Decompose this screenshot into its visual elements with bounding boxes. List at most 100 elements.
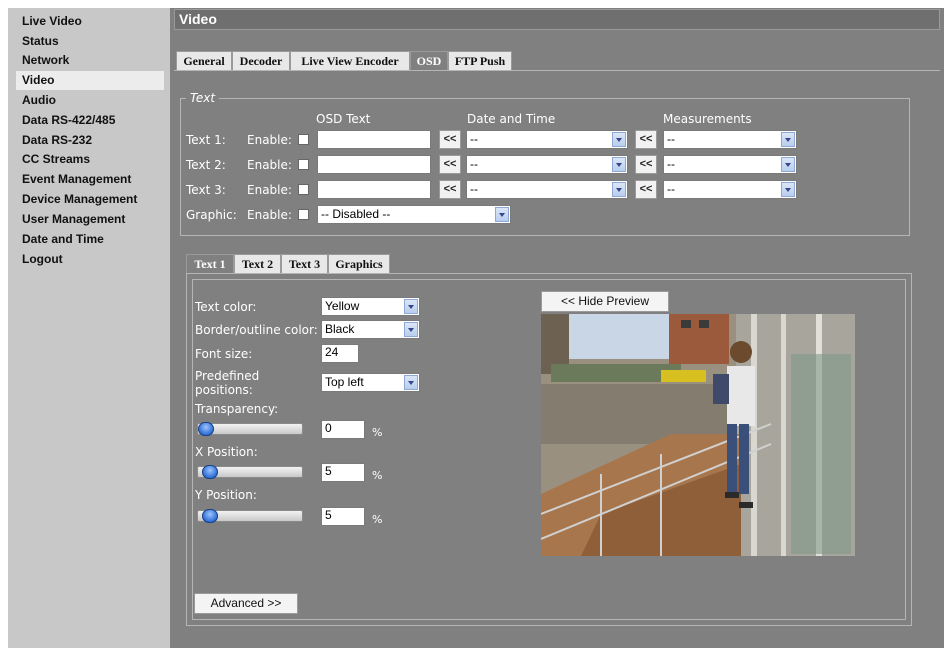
sidebar-item-label: Live Video	[22, 14, 82, 28]
sidebar-item-label: Status	[22, 34, 59, 48]
text3-append-measurement-button[interactable]: <<	[635, 180, 657, 199]
text1-append-datetime-button[interactable]: <<	[439, 130, 461, 149]
text2-measurements-select[interactable]: --	[663, 155, 797, 174]
graphic-enable-label: Enable:	[247, 208, 292, 222]
subtab-graphics[interactable]: Graphics	[328, 254, 390, 273]
sidebar-item-video[interactable]: Video	[16, 71, 164, 90]
y-position-percent-unit: %	[372, 513, 383, 526]
x-position-slider[interactable]	[197, 465, 303, 479]
x-position-input[interactable]: 5	[321, 463, 365, 482]
text3-enable-checkbox[interactable]	[298, 184, 309, 195]
sidebar-item-device-management[interactable]: Device Management	[16, 190, 164, 209]
select-value: --	[667, 182, 675, 196]
sidebar-item-label: Data RS-422/485	[22, 113, 116, 127]
transparency-slider-handle[interactable]	[198, 422, 214, 436]
y-position-slider[interactable]	[197, 509, 303, 523]
sidebar-item-label: Logout	[22, 252, 63, 266]
text-legend: Text	[186, 91, 220, 105]
text-color-select[interactable]: Yellow	[321, 297, 420, 316]
y-position-input[interactable]: 5	[321, 507, 365, 526]
select-value: --	[667, 157, 675, 171]
text3-measurements-select[interactable]: --	[663, 180, 797, 199]
text2-osd-input[interactable]	[317, 155, 431, 174]
graphic-enable-checkbox[interactable]	[298, 209, 309, 220]
font-size-input[interactable]: 24	[321, 344, 359, 363]
sidebar-item-cc-streams[interactable]: CC Streams	[16, 150, 164, 169]
sidebar-item-network[interactable]: Network	[16, 51, 164, 70]
tab-label: Live View Encoder	[301, 54, 399, 68]
sidebar-item-label: Audio	[22, 93, 56, 107]
text3-enable-label: Enable:	[247, 183, 292, 197]
sidebar-item-logout[interactable]: Logout	[16, 250, 164, 269]
x-position-percent-unit: %	[372, 469, 383, 482]
select-value: -- Disabled --	[321, 207, 391, 221]
select-value: --	[470, 182, 478, 196]
sidebar-item-live-video[interactable]: Live Video	[16, 12, 164, 31]
text1-osd-input[interactable]	[317, 130, 431, 149]
sidebar-item-date-and-time[interactable]: Date and Time	[16, 230, 164, 249]
tab-general[interactable]: General	[176, 51, 232, 70]
text3-osd-input[interactable]	[317, 180, 431, 199]
text2-enable-label: Enable:	[247, 158, 292, 172]
text3-datetime-select[interactable]: --	[466, 180, 628, 199]
tab-label: General	[183, 54, 225, 68]
text2-append-measurement-button[interactable]: <<	[635, 155, 657, 174]
sidebar-item-label: User Management	[22, 212, 126, 226]
text2-enable-checkbox[interactable]	[298, 159, 309, 170]
osd-text-header: OSD Text	[316, 112, 371, 126]
predefined-position-select[interactable]: Top left	[321, 373, 420, 392]
subtab-text-3[interactable]: Text 3	[281, 254, 328, 273]
x-position-slider-handle[interactable]	[202, 465, 218, 479]
advanced-button[interactable]: Advanced >>	[194, 593, 298, 614]
tab-label: OSD	[416, 54, 442, 68]
sidebar-item-label: Event Management	[22, 172, 132, 186]
border-color-select[interactable]: Black	[321, 320, 420, 339]
x-position-label: X Position:	[195, 445, 258, 459]
text2-append-datetime-button[interactable]: <<	[439, 155, 461, 174]
date-time-header: Date and Time	[467, 112, 556, 126]
graphic-select[interactable]: -- Disabled --	[317, 205, 511, 224]
transparency-input[interactable]: 0	[321, 420, 365, 439]
tab-osd[interactable]: OSD	[410, 51, 448, 70]
hide-preview-button[interactable]: << Hide Preview	[541, 291, 669, 312]
predefined-label-line2: positions:	[195, 383, 253, 397]
subtab-text-1[interactable]: Text 1	[186, 254, 234, 273]
subtab-text-2[interactable]: Text 2	[234, 254, 281, 273]
text2-datetime-select[interactable]: --	[466, 155, 628, 174]
text1-append-measurement-button[interactable]: <<	[635, 130, 657, 149]
sidebar-item-label: Video	[22, 73, 55, 87]
sidebar-item-label: Device Management	[22, 192, 138, 206]
y-position-label: Y Position:	[195, 488, 257, 502]
tab-ftp-push[interactable]: FTP Push	[448, 51, 512, 70]
chevron-down-icon	[495, 207, 509, 222]
measurements-header: Measurements	[663, 112, 752, 126]
sidebar-item-status[interactable]: Status	[16, 32, 164, 51]
sidebar-item-label: CC Streams	[22, 152, 91, 166]
border-color-label: Border/outline color:	[195, 323, 318, 337]
transparency-slider[interactable]	[197, 422, 303, 436]
y-position-slider-handle[interactable]	[202, 509, 218, 523]
sidebar-item-user-management[interactable]: User Management	[16, 210, 164, 229]
tab-label: Graphics	[335, 257, 383, 271]
chevron-down-icon	[404, 375, 418, 390]
chevron-down-icon	[612, 157, 626, 172]
graphic-label: Graphic:	[186, 208, 237, 222]
transparency-label: Transparency:	[195, 402, 279, 416]
select-value: --	[470, 132, 478, 146]
tab-decoder[interactable]: Decoder	[232, 51, 290, 70]
text1-enable-checkbox[interactable]	[298, 134, 309, 145]
tab-label: FTP Push	[454, 54, 506, 68]
video-preview-image	[541, 314, 855, 556]
tab-live-view-encoder[interactable]: Live View Encoder	[290, 51, 410, 70]
sidebar-item-event-management[interactable]: Event Management	[16, 170, 164, 189]
sidebar-item-data-rs232[interactable]: Data RS-232	[16, 131, 164, 150]
sidebar-item-audio[interactable]: Audio	[16, 91, 164, 110]
text1-datetime-select[interactable]: --	[466, 130, 628, 149]
select-value: Top left	[325, 375, 364, 389]
select-value: --	[667, 132, 675, 146]
text1-measurements-select[interactable]: --	[663, 130, 797, 149]
sidebar-item-data-rs422[interactable]: Data RS-422/485	[16, 111, 164, 130]
tab-label: Decoder	[239, 54, 283, 68]
text1-label: Text 1:	[186, 133, 226, 147]
text3-append-datetime-button[interactable]: <<	[439, 180, 461, 199]
